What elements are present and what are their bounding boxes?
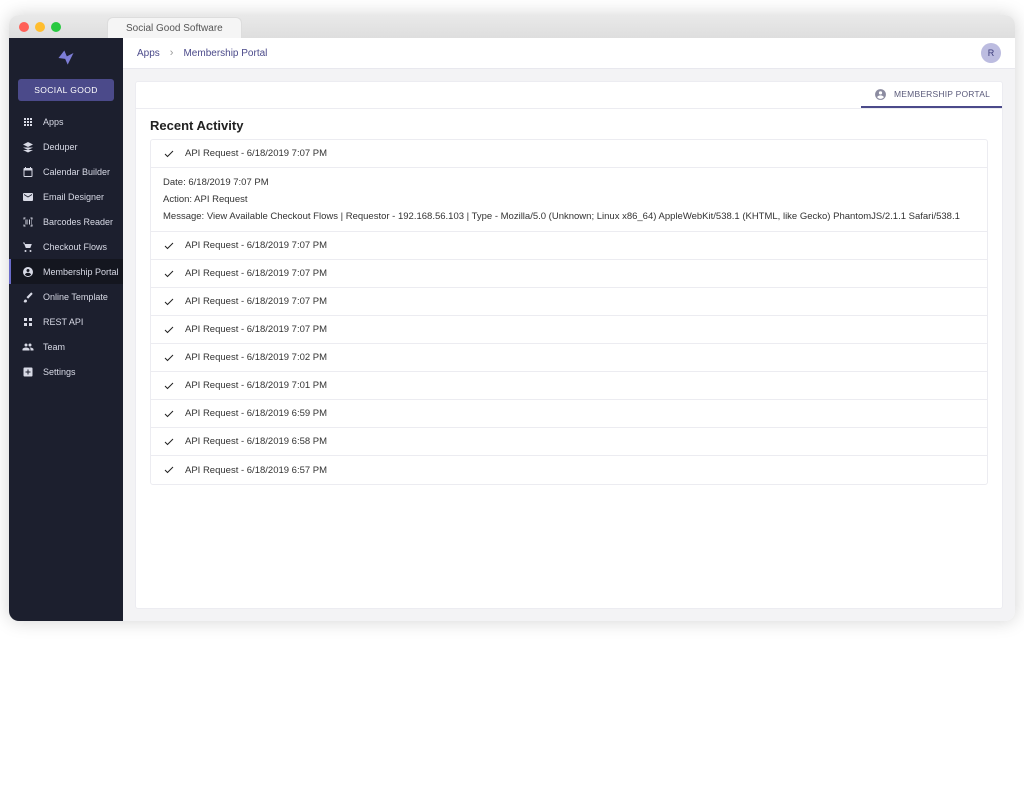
avatar[interactable]: R xyxy=(981,43,1001,63)
section-title: Recent Activity xyxy=(136,109,1002,139)
check-icon xyxy=(163,268,175,280)
check-icon xyxy=(163,352,175,364)
sidebar-item-template[interactable]: Online Template xyxy=(9,284,123,309)
content-card: MEMBERSHIP PORTAL Recent Activity API Re… xyxy=(135,81,1003,609)
table-row[interactable]: API Request - 6/18/2019 7:01 PM xyxy=(151,372,987,400)
close-icon[interactable] xyxy=(19,22,29,32)
check-icon xyxy=(163,324,175,336)
sidebar-item-label: Settings xyxy=(43,367,76,377)
cart-icon xyxy=(21,240,35,254)
minimize-icon[interactable] xyxy=(35,22,45,32)
tab-label: MEMBERSHIP PORTAL xyxy=(894,89,990,99)
nav-list: Apps Deduper Calendar Builder Email Desi… xyxy=(9,109,123,384)
table-row[interactable]: API Request - 6/18/2019 7:07 PM xyxy=(151,232,987,260)
sidebar-item-label: Online Template xyxy=(43,292,108,302)
sidebar-item-label: REST API xyxy=(43,317,83,327)
sidebar-item-label: Membership Portal xyxy=(43,267,119,277)
sidebar-item-label: Deduper xyxy=(43,142,78,152)
topbar: Apps › Membership Portal R xyxy=(123,38,1015,69)
account-icon xyxy=(21,265,35,279)
sidebar-item-label: Checkout Flows xyxy=(43,242,107,252)
row-text: API Request - 6/18/2019 6:57 PM xyxy=(185,465,327,476)
sidebar-item-apps[interactable]: Apps xyxy=(9,109,123,134)
detail-date: Date: 6/18/2019 7:07 PM xyxy=(163,177,975,188)
scan-icon xyxy=(21,215,35,229)
detail-action: Action: API Request xyxy=(163,194,975,205)
breadcrumb-root[interactable]: Apps xyxy=(137,48,160,59)
row-text: API Request - 6/18/2019 6:59 PM xyxy=(185,408,327,419)
sidebar-item-deduper[interactable]: Deduper xyxy=(9,134,123,159)
api-icon xyxy=(21,315,35,329)
tab-membership-portal[interactable]: MEMBERSHIP PORTAL xyxy=(861,82,1002,108)
mail-icon xyxy=(21,190,35,204)
check-icon xyxy=(163,148,175,160)
row-text: API Request - 6/18/2019 7:02 PM xyxy=(185,352,327,363)
brand-button[interactable]: SOCIAL GOOD xyxy=(18,79,114,101)
sidebar-item-label: Email Designer xyxy=(43,192,104,202)
app-body: SOCIAL GOOD Apps Deduper Calendar Builde… xyxy=(9,38,1015,621)
plus-box-icon xyxy=(21,365,35,379)
row-detail: Date: 6/18/2019 7:07 PM Action: API Requ… xyxy=(151,168,987,232)
table-row[interactable]: API Request - 6/18/2019 7:07 PM xyxy=(151,316,987,344)
row-text: API Request - 6/18/2019 7:07 PM xyxy=(185,268,327,279)
window-controls xyxy=(19,22,61,32)
sidebar-item-label: Calendar Builder xyxy=(43,167,110,177)
titlebar: Social Good Software xyxy=(9,15,1015,38)
row-text: API Request - 6/18/2019 7:07 PM xyxy=(185,324,327,335)
check-icon xyxy=(163,240,175,252)
breadcrumb: Apps › Membership Portal xyxy=(137,47,267,59)
sidebar-item-settings[interactable]: Settings xyxy=(9,359,123,384)
sidebar: SOCIAL GOOD Apps Deduper Calendar Builde… xyxy=(9,38,123,621)
team-icon xyxy=(21,340,35,354)
sidebar-item-membership[interactable]: Membership Portal xyxy=(9,259,123,284)
sidebar-item-label: Barcodes Reader xyxy=(43,217,113,227)
activity-list: API Request - 6/18/2019 7:07 PM Date: 6/… xyxy=(150,139,988,485)
row-text: API Request - 6/18/2019 6:58 PM xyxy=(185,436,327,447)
grid-icon xyxy=(21,115,35,129)
row-text: API Request - 6/18/2019 7:07 PM xyxy=(185,296,327,307)
breadcrumb-current[interactable]: Membership Portal xyxy=(183,48,267,59)
check-icon xyxy=(163,296,175,308)
check-icon xyxy=(163,408,175,420)
table-row[interactable]: API Request - 6/18/2019 6:59 PM xyxy=(151,400,987,428)
logo xyxy=(9,38,123,78)
sidebar-item-team[interactable]: Team xyxy=(9,334,123,359)
sidebar-item-checkout[interactable]: Checkout Flows xyxy=(9,234,123,259)
table-row[interactable]: API Request - 6/18/2019 6:57 PM xyxy=(151,456,987,484)
brush-icon xyxy=(21,290,35,304)
table-row[interactable]: API Request - 6/18/2019 7:07 PM xyxy=(151,288,987,316)
sidebar-item-label: Apps xyxy=(43,117,64,127)
table-row[interactable]: API Request - 6/18/2019 7:07 PM xyxy=(151,260,987,288)
table-row[interactable]: API Request - 6/18/2019 7:07 PM xyxy=(151,140,987,168)
account-icon xyxy=(873,87,887,101)
app-window: Social Good Software SOCIAL GOOD Apps De… xyxy=(9,15,1015,621)
sidebar-item-email[interactable]: Email Designer xyxy=(9,184,123,209)
sidebar-item-calendar[interactable]: Calendar Builder xyxy=(9,159,123,184)
maximize-icon[interactable] xyxy=(51,22,61,32)
table-row[interactable]: API Request - 6/18/2019 7:02 PM xyxy=(151,344,987,372)
card-header: MEMBERSHIP PORTAL xyxy=(136,82,1002,109)
check-icon xyxy=(163,464,175,476)
row-text: API Request - 6/18/2019 7:07 PM xyxy=(185,240,327,251)
row-text: API Request - 6/18/2019 7:07 PM xyxy=(185,148,327,159)
sidebar-item-label: Team xyxy=(43,342,65,352)
main-area: Apps › Membership Portal R MEMBERSHIP PO… xyxy=(123,38,1015,621)
check-icon xyxy=(163,436,175,448)
layers-icon xyxy=(21,140,35,154)
detail-message: Message: View Available Checkout Flows |… xyxy=(163,211,975,222)
sidebar-item-barcodes[interactable]: Barcodes Reader xyxy=(9,209,123,234)
calendar-icon xyxy=(21,165,35,179)
chevron-right-icon: › xyxy=(170,47,174,59)
sidebar-item-restapi[interactable]: REST API xyxy=(9,309,123,334)
browser-tab[interactable]: Social Good Software xyxy=(107,17,242,38)
check-icon xyxy=(163,380,175,392)
row-text: API Request - 6/18/2019 7:01 PM xyxy=(185,380,327,391)
table-row[interactable]: API Request - 6/18/2019 6:58 PM xyxy=(151,428,987,456)
